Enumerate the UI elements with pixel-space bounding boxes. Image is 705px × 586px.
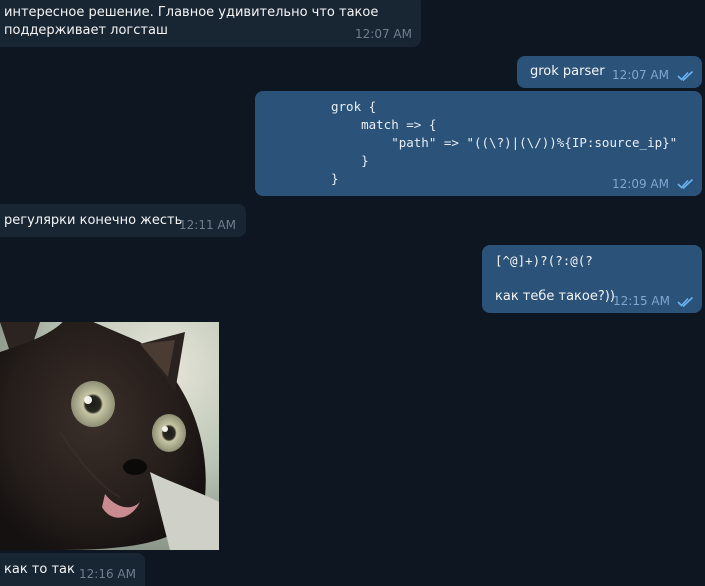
message-text: grok parser [530,64,605,79]
cat-photo [0,322,219,550]
double-check-icon [677,178,694,190]
message-text: поддерживает логсташ [4,23,168,38]
message-time: 12:16 AM [79,567,136,581]
message-time: 12:15 AM [613,294,670,308]
message-incoming[interactable]: интересное решение. Главное удивительно … [0,0,421,47]
code-line: "path" => "((\?)|(\/))%{IP:source_ip}" [331,135,678,150]
message-time: 12:07 AM [355,27,412,41]
message-time: 12:09 AM [612,177,669,191]
message-outgoing-code[interactable]: grok { match => { "path" => "((\?)|(\/))… [255,91,702,196]
code-line: grok { [331,99,377,114]
message-incoming[interactable]: регулярки конечно жесть 12:11 AM [0,204,246,237]
message-outgoing[interactable]: [^@]+)?(?:@(? как тебе такое?)) 12:15 AM [482,245,702,313]
code-line: } [331,153,369,168]
message-outgoing[interactable]: grok parser 12:07 AM [517,56,702,88]
message-incoming[interactable]: как то так 12:16 AM [0,553,145,586]
message-text: регулярки конечно жесть [4,213,183,228]
message-text: как то так [4,562,75,577]
message-text: [^@]+)?(?:@(? [495,253,593,268]
code-line: } [331,171,339,186]
message-time: 12:07 AM [612,68,669,82]
message-time: 12:11 AM [179,218,236,232]
double-check-icon [677,296,694,308]
code-line: match => { [331,117,437,132]
photo-message[interactable] [0,322,219,550]
double-check-icon [677,70,694,82]
message-text: как тебе такое?)) [495,289,615,304]
message-text: интересное решение. Главное удивительно … [4,5,379,20]
